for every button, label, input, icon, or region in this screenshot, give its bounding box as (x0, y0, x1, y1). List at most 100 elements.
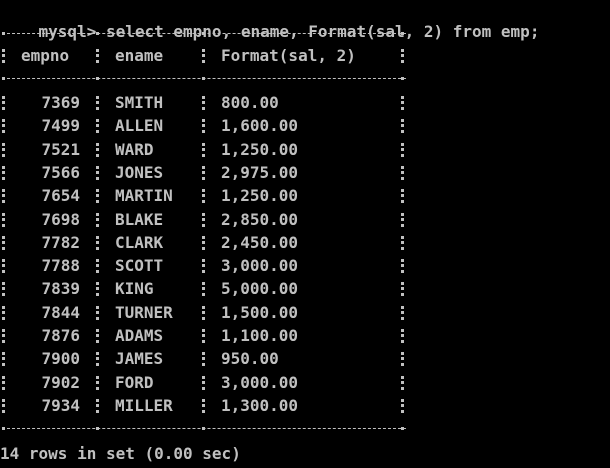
column-divider (202, 329, 208, 343)
border-corner (401, 77, 404, 80)
column-divider (401, 282, 407, 297)
cell-empno: 7654 (41, 186, 80, 206)
border-corner (2, 77, 5, 80)
column-divider (401, 165, 407, 180)
cell-sal: 800.00 (221, 93, 279, 112)
cell-ename: BLAKE (115, 209, 164, 229)
column-divider (401, 119, 407, 134)
result-status: 14 rows in set (0.00 sec) (0, 444, 241, 463)
cell-empno: 7788 (41, 256, 80, 276)
column-divider (401, 142, 407, 157)
column-divider (401, 398, 407, 413)
column-divider (96, 282, 102, 297)
column-divider (202, 398, 208, 413)
border-corner (401, 32, 404, 35)
cell-ename: MILLER (115, 395, 173, 415)
cell-sal: 3,000.00 (221, 256, 299, 276)
cell-sal: 1,300.00 (221, 395, 299, 415)
column-divider (202, 142, 208, 157)
border-corner (2, 427, 5, 430)
table-border-top (2, 32, 406, 36)
border-corner (202, 427, 205, 430)
column-divider (96, 212, 102, 227)
cell-ename: MARTIN (115, 186, 173, 206)
cell-sal: 950.00 (221, 349, 279, 369)
column-divider (401, 96, 407, 110)
cell-sal: 2,450.00 (221, 232, 299, 252)
border-corner (202, 32, 205, 35)
column-divider (96, 119, 102, 134)
column-divider (2, 212, 8, 227)
cell-empno: 7934 (41, 395, 80, 415)
mysql-terminal[interactable]: mysql> select empno, ename, Format(sal, … (0, 0, 610, 468)
command-text: select empno, ename, Format(sal, 2) from… (105, 22, 540, 41)
column-divider (2, 119, 8, 134)
cell-ename: JONES (115, 162, 164, 182)
cell-sal: 1,250.00 (221, 139, 299, 159)
column-divider (96, 259, 102, 274)
column-divider (96, 329, 102, 343)
column-header-sal: Format(sal, 2) (221, 46, 356, 65)
column-divider (96, 142, 102, 157)
column-divider (202, 119, 208, 134)
column-divider (401, 49, 407, 63)
cell-sal: 2,850.00 (221, 209, 299, 229)
border-corner (2, 32, 5, 35)
column-divider (2, 96, 8, 110)
cell-ename: FORD (115, 372, 154, 392)
column-divider (401, 375, 407, 390)
cell-empno: 7369 (41, 93, 80, 112)
border-corner (96, 427, 99, 430)
cell-ename: KING (115, 279, 154, 299)
cell-empno: 7900 (41, 349, 80, 369)
column-divider (202, 259, 208, 274)
prompt: mysql> (38, 22, 97, 41)
column-divider (2, 329, 8, 343)
column-divider (202, 96, 208, 110)
cell-empno: 7844 (41, 302, 80, 322)
column-divider (202, 49, 208, 63)
column-divider (96, 235, 102, 250)
column-divider (202, 189, 208, 204)
column-divider (202, 352, 208, 367)
cell-ename: TURNER (115, 302, 173, 322)
column-divider (2, 305, 8, 320)
column-divider (2, 282, 8, 297)
column-divider (2, 375, 8, 390)
cell-empno: 7782 (41, 232, 80, 252)
border-corner (96, 32, 99, 35)
column-divider (401, 212, 407, 227)
column-divider (401, 259, 407, 274)
border-corner (401, 427, 404, 430)
column-divider (401, 305, 407, 320)
column-divider (2, 49, 8, 63)
cell-ename: ADAMS (115, 326, 164, 345)
column-divider (2, 352, 8, 367)
column-divider (401, 352, 407, 367)
column-divider (202, 165, 208, 180)
table-border-bottom (2, 427, 406, 431)
column-divider (96, 398, 102, 413)
column-divider (96, 305, 102, 320)
cell-sal: 5,000.00 (221, 279, 299, 299)
cell-ename: JAMES (115, 349, 164, 369)
column-divider (401, 329, 407, 343)
border-corner (96, 77, 99, 80)
column-divider (2, 142, 8, 157)
cell-ename: WARD (115, 139, 154, 159)
border-corner (202, 77, 205, 80)
column-divider (202, 282, 208, 297)
column-divider (2, 235, 8, 250)
column-divider (2, 165, 8, 180)
cell-empno: 7698 (41, 209, 80, 229)
column-header-ename: ename (115, 46, 164, 65)
column-divider (202, 235, 208, 250)
column-divider (2, 259, 8, 274)
cell-sal: 2,975.00 (221, 162, 299, 182)
cell-empno: 7876 (41, 326, 80, 345)
cell-empno: 7521 (41, 139, 80, 159)
cell-ename: SCOTT (115, 256, 164, 276)
cell-empno: 7566 (41, 162, 80, 182)
table-border-header (2, 77, 406, 81)
column-divider (202, 305, 208, 320)
